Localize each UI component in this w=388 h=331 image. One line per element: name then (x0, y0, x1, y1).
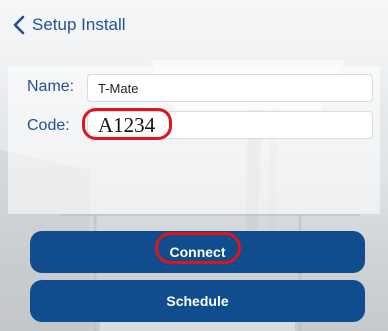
code-label: Code: (27, 117, 70, 134)
schedule-button-label: Schedule (166, 293, 229, 309)
navigation-bar: Setup Install (0, 0, 388, 50)
connect-highlight-ring (155, 232, 241, 264)
name-field-value: T-Mate (98, 81, 139, 96)
name-field[interactable]: T-Mate (87, 74, 373, 102)
name-label: Name: (27, 78, 75, 95)
code-field-value: A1234 (98, 113, 156, 137)
code-field[interactable]: A1234 (82, 108, 373, 140)
back-button[interactable]: Setup Install (10, 14, 126, 36)
schedule-button[interactable]: Schedule (30, 280, 365, 322)
chevron-left-icon (10, 14, 30, 36)
connect-button[interactable]: Connect (30, 231, 365, 273)
back-button-label: Setup Install (32, 15, 126, 34)
